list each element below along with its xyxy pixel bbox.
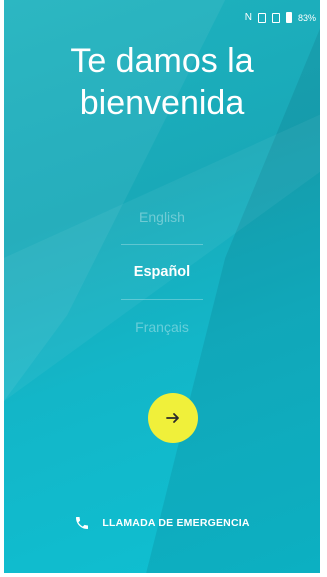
language-option-espanol[interactable]: Español <box>4 245 320 299</box>
status-bar: N 83% <box>245 12 316 23</box>
phone-icon <box>76 517 89 529</box>
welcome-title-line2: bienvenida <box>79 84 245 122</box>
language-option-english[interactable]: English <box>4 190 320 244</box>
welcome-title-line1: Te damos la <box>70 42 254 80</box>
sim-icon <box>257 12 266 23</box>
nfc-icon: N <box>244 12 252 23</box>
arrow-right-icon <box>166 413 179 423</box>
language-option-francais[interactable]: Français <box>4 300 320 354</box>
battery-percentage: 83% <box>297 12 316 23</box>
battery-icon <box>285 12 292 23</box>
next-button[interactable] <box>148 393 198 443</box>
welcome-title: Te damos la bienvenida <box>4 40 320 124</box>
sim-icon <box>271 12 280 23</box>
emergency-call-label: LLAMADA DE EMERGENCIA <box>102 517 250 529</box>
emergency-call-button[interactable]: LLAMADA DE EMERGENCIA <box>4 515 320 531</box>
language-list[interactable]: English Español Français <box>4 190 320 354</box>
welcome-screen: N 83% Te damos la bienvenida English Esp… <box>4 0 320 573</box>
